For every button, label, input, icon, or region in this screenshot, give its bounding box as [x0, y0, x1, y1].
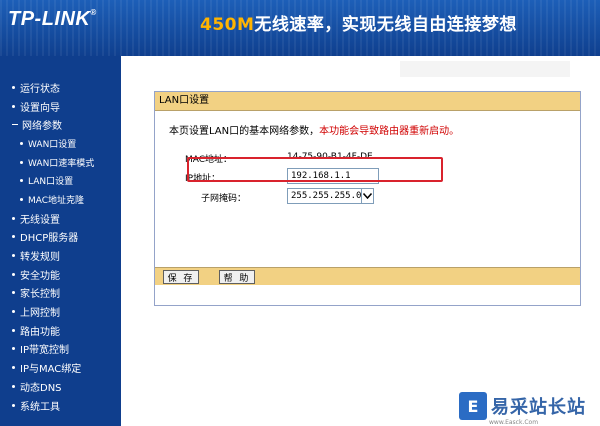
chevron-down-icon[interactable] [361, 189, 373, 203]
sidebar-item-label: 设置向导 [20, 102, 60, 114]
save-button[interactable]: 保 存 [163, 270, 199, 284]
sidebar-item-3[interactable]: WAN口设置 [0, 134, 121, 153]
sidebar-nav: 运行状态设置向导网络参数 WAN口设置 WAN口速率模式 LAN口设置 MAC地址克隆无… [0, 56, 121, 426]
bullet-icon [12, 272, 15, 276]
sidebar-item-label: WAN口速率模式 [28, 158, 95, 169]
panel-title: LAN口设置 [155, 92, 580, 111]
subnet-mask-value: 255.255.255.0 [291, 191, 362, 201]
restart-warning: 本功能会导致路由器重新启动。 [319, 126, 460, 137]
sidebar-item-15[interactable]: IP与MAC绑定 [0, 358, 121, 377]
lan-settings-panel: LAN口设置 本页设置LAN口的基本网络参数，本功能会导致路由器重新启动。 MA… [154, 91, 581, 306]
bullet-icon [20, 197, 23, 201]
sidebar-item-label: 路由功能 [20, 326, 60, 338]
site-watermark: E 易采站长站 www.Easck.Com [459, 386, 600, 426]
watermark-logo-icon: E [459, 392, 487, 420]
logo-mark: ® [90, 8, 97, 17]
top-strip [400, 61, 570, 77]
tplink-logo: TP-LINK® [8, 8, 97, 31]
sidebar-item-label: 无线设置 [20, 214, 60, 226]
sidebar-item-label: 上网控制 [20, 308, 60, 320]
sidebar-item-9[interactable]: 转发规则 [0, 246, 121, 265]
sidebar-item-label: 转发规则 [20, 252, 60, 264]
sidebar-item-label: 系统工具 [20, 401, 60, 413]
sidebar-item-6[interactable]: MAC地址克隆 [0, 190, 121, 209]
watermark-url: www.Easck.Com [489, 419, 539, 426]
bullet-icon [12, 235, 15, 239]
sidebar-item-1[interactable]: 设置向导 [0, 97, 121, 116]
bullet-icon [12, 366, 15, 370]
sidebar-item-14[interactable]: IP带宽控制 [0, 340, 121, 359]
sidebar-item-label: 运行状态 [20, 83, 60, 95]
ip-highlight-box [187, 157, 443, 182]
sidebar-item-label: 动态DNS [20, 382, 62, 394]
sidebar-item-label: DHCP服务器 [20, 233, 79, 245]
sidebar-item-label: WAN口设置 [28, 139, 77, 150]
bullet-icon [12, 216, 15, 220]
sidebar-item-5[interactable]: LAN口设置 [0, 171, 121, 190]
mask-label: 子网掩码： [201, 194, 247, 204]
sidebar-item-8[interactable]: DHCP服务器 [0, 228, 121, 247]
slogan-text: 无线速率，实现无线自由连接梦想 [254, 15, 517, 35]
bullet-icon [12, 85, 15, 89]
intro-text: 本页设置LAN口的基本网络参数，本功能会导致路由器重新启动。 [169, 122, 459, 137]
banner-slogan: 450M无线速率，实现无线自由连接梦想 [200, 10, 517, 35]
sidebar-item-label: 家长控制 [20, 289, 60, 301]
sidebar-item-label: IP与MAC绑定 [20, 364, 82, 376]
button-bar: 保 存 帮 助 [155, 267, 580, 285]
subnet-mask-select[interactable]: 255.255.255.0 [287, 188, 374, 204]
bullet-icon [12, 328, 15, 332]
sidebar-item-label: LAN口设置 [28, 177, 74, 188]
bullet-icon [20, 141, 23, 145]
bullet-icon [12, 403, 15, 407]
sidebar-item-10[interactable]: 安全功能 [0, 265, 121, 284]
bullet-icon [12, 104, 15, 108]
sidebar-item-label: 安全功能 [20, 270, 60, 282]
watermark-text: 易采站长站 [491, 397, 586, 418]
bullet-icon [20, 179, 23, 183]
sidebar-item-label: 网络参数 [22, 121, 62, 133]
slogan-highlight: 450M [200, 15, 255, 35]
sidebar-item-12[interactable]: 上网控制 [0, 302, 121, 321]
sidebar-item-label: IP带宽控制 [20, 345, 69, 357]
sidebar-item-label: MAC地址克隆 [28, 195, 85, 206]
logo-text: TP-LINK [8, 8, 91, 30]
collapse-dash-icon [12, 124, 18, 126]
bullet-icon [12, 254, 15, 258]
bullet-icon [12, 291, 15, 295]
bullet-icon [12, 310, 15, 314]
sidebar-item-17[interactable]: 系统工具 [0, 396, 121, 415]
main-content: LAN口设置 本页设置LAN口的基本网络参数，本功能会导致路由器重新启动。 MA… [121, 56, 600, 426]
sidebar-item-0[interactable]: 运行状态 [0, 78, 121, 97]
bullet-icon [12, 384, 15, 388]
sidebar-item-4[interactable]: WAN口速率模式 [0, 153, 121, 172]
intro-description: 本页设置LAN口的基本网络参数， [169, 126, 320, 137]
sidebar-item-7[interactable]: 无线设置 [0, 209, 121, 228]
sidebar-item-13[interactable]: 路由功能 [0, 321, 121, 340]
sidebar-item-16[interactable]: 动态DNS [0, 377, 121, 396]
sidebar-item-2[interactable]: 网络参数 [0, 115, 121, 134]
help-button[interactable]: 帮 助 [219, 270, 255, 284]
header-banner: TP-LINK® 450M无线速率，实现无线自由连接梦想 [0, 0, 600, 56]
bullet-icon [12, 347, 15, 351]
bullet-icon [20, 160, 23, 164]
sidebar-item-11[interactable]: 家长控制 [0, 284, 121, 303]
